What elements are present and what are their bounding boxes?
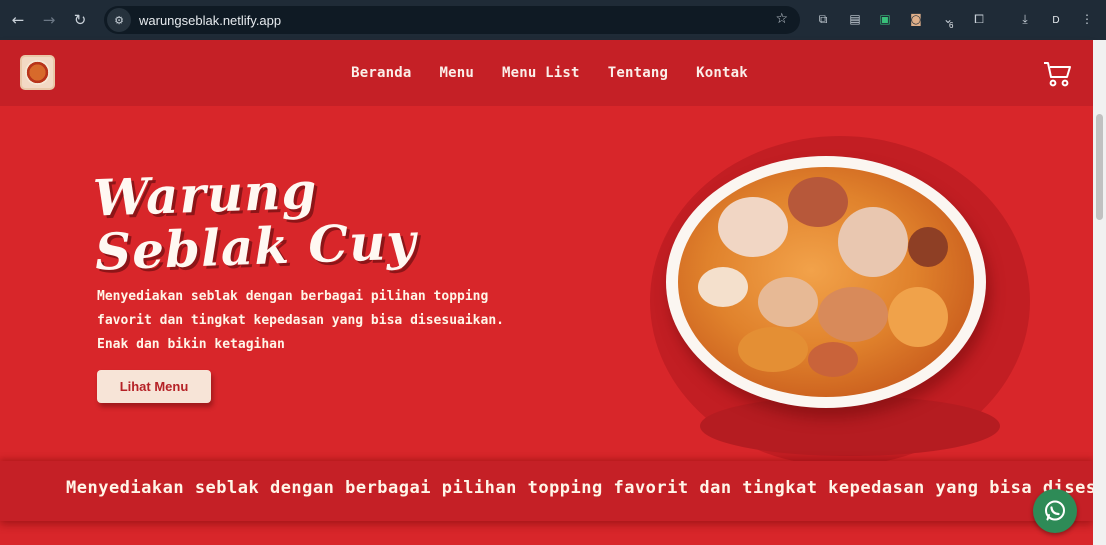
- topping-chunk: [738, 327, 808, 372]
- topping-chunk: [808, 342, 858, 377]
- topping-chunk: [818, 287, 888, 342]
- page-scrollbar[interactable]: [1093, 40, 1106, 545]
- profile-avatar[interactable]: D: [1047, 11, 1065, 29]
- cart-icon[interactable]: [1042, 60, 1072, 88]
- lihat-menu-button[interactable]: Lihat Menu: [97, 370, 211, 403]
- seblak-bowl-image: [666, 156, 986, 408]
- topping-chunk: [838, 207, 908, 277]
- marquee-text: Menyediakan seblak dengan berbagai pilih…: [66, 478, 1093, 498]
- topping-chunk: [758, 277, 818, 327]
- nav-link-menu-list[interactable]: Menu List: [502, 65, 580, 81]
- scrollbar-thumb[interactable]: [1096, 114, 1103, 220]
- url-text[interactable]: warungseblak.netlify.app: [139, 13, 281, 28]
- extension-badge: 6: [949, 21, 954, 30]
- hero-description: Menyediakan seblak dengan berbagai pilih…: [97, 289, 504, 352]
- hero-title: Warung Seblak Cuy: [92, 160, 418, 282]
- topping-chunk: [698, 267, 748, 307]
- whatsapp-icon: [1045, 500, 1065, 521]
- address-bar[interactable]: ⚙ warungseblak.netlify.app ☆: [104, 6, 800, 34]
- whatsapp-button[interactable]: [1033, 489, 1077, 533]
- browser-toolbar: ← → ↻ ⚙ warungseblak.netlify.app ☆ ⧉ ▤ ▣…: [0, 0, 1106, 40]
- main-nav: Beranda Menu Menu List Tentang Kontak: [0, 40, 1093, 106]
- forward-icon[interactable]: →: [36, 7, 62, 33]
- nav-link-menu[interactable]: Menu: [440, 65, 475, 81]
- tab-search-icon[interactable]: ⌄: [939, 10, 957, 28]
- topping-chunk: [908, 227, 948, 267]
- translate-icon[interactable]: ⧉: [814, 10, 832, 28]
- reload-icon[interactable]: ↻: [67, 7, 93, 33]
- bookmark-star-icon[interactable]: ☆: [775, 11, 788, 27]
- topping-chunk: [718, 197, 788, 257]
- nav-link-beranda[interactable]: Beranda: [351, 65, 411, 81]
- menu-icon[interactable]: ⋮: [1078, 10, 1096, 28]
- marquee-band: Menyediakan seblak dengan berbagai pilih…: [0, 461, 1093, 521]
- seblak-soup: [678, 167, 974, 397]
- back-icon[interactable]: ←: [5, 7, 31, 33]
- topping-chunk: [888, 287, 948, 347]
- camera-icon[interactable]: ◙: [907, 10, 925, 28]
- download-icon[interactable]: ⤓: [1016, 10, 1034, 28]
- nav-link-tentang[interactable]: Tentang: [608, 65, 668, 81]
- hero-title-line-2: Seblak Cuy: [93, 211, 418, 282]
- extensions-icon[interactable]: ⧠: [970, 10, 988, 28]
- topping-chunk: [788, 177, 848, 227]
- hero-section: Warung Seblak Cuy Menyediakan seblak den…: [0, 106, 1093, 545]
- nav-link-kontak[interactable]: Kontak: [696, 65, 748, 81]
- clipboard-icon[interactable]: ▤: [846, 10, 864, 28]
- site-header: Beranda Menu Menu List Tentang Kontak: [0, 40, 1093, 106]
- screenshot-icon[interactable]: ▣: [876, 10, 894, 28]
- site-info-icon[interactable]: ⚙: [107, 8, 131, 32]
